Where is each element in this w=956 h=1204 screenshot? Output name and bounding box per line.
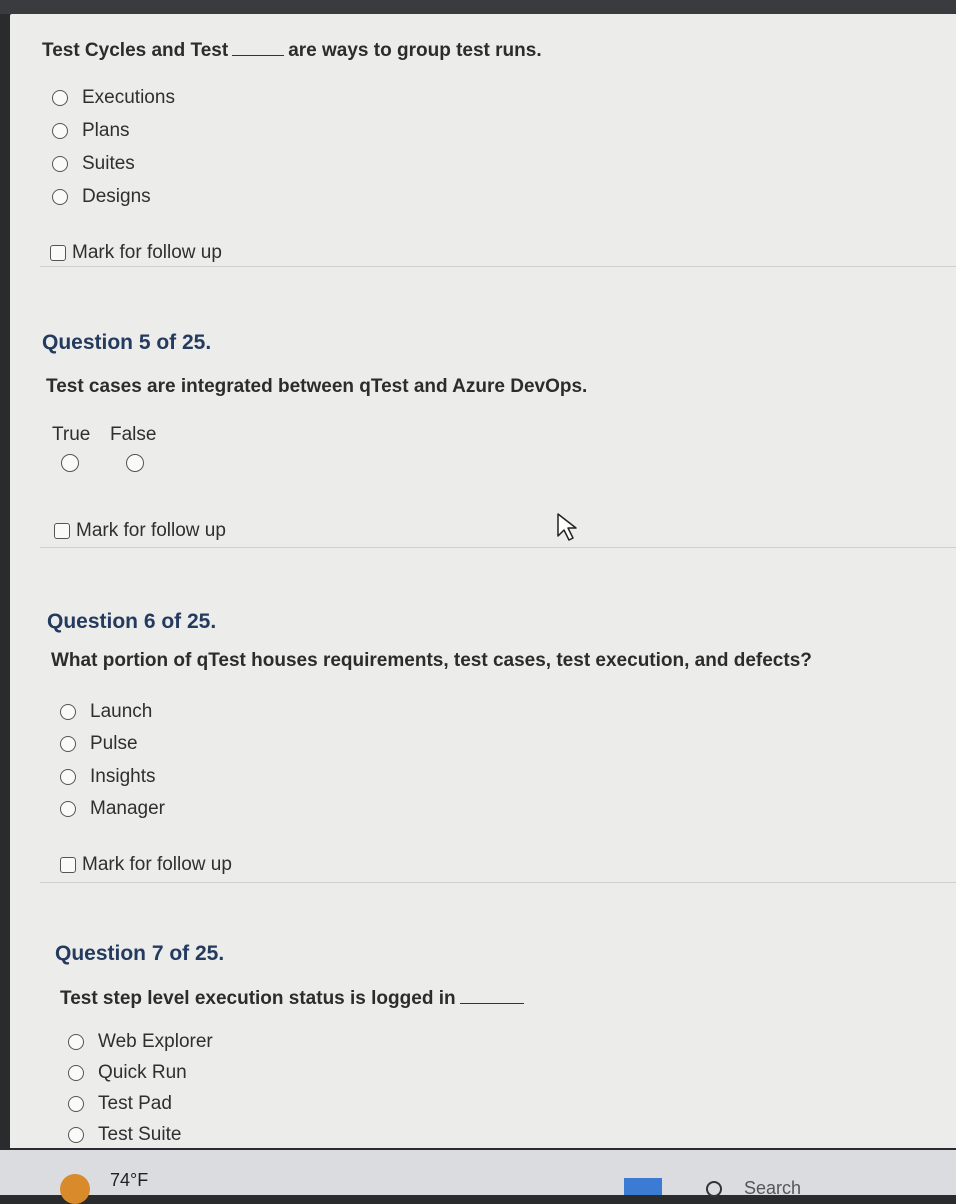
search-icon — [706, 1180, 722, 1197]
q6-option-insights[interactable]: Insights — [60, 765, 155, 789]
q6-mark-for-follow-up[interactable]: Mark for follow up — [60, 854, 232, 876]
q4-option-designs[interactable]: Designs — [52, 185, 151, 209]
question-6-text: What portion of qTest houses requirement… — [51, 650, 812, 671]
option-label: Pulse — [90, 733, 138, 754]
radio-button[interactable] — [60, 801, 76, 817]
radio-button[interactable] — [68, 1127, 84, 1143]
separator — [40, 266, 956, 267]
q7-option-web-explorer[interactable]: Web Explorer — [68, 1030, 213, 1054]
true-radio-button[interactable] — [61, 454, 79, 472]
temperature-readout[interactable]: 74°F — [110, 1170, 148, 1191]
q5-mark-for-follow-up[interactable]: Mark for follow up — [54, 520, 226, 542]
question-6-title: Question 6 of 25. — [47, 610, 217, 633]
option-label: Plans — [82, 120, 130, 141]
answer-blank — [459, 989, 524, 1004]
radio-button[interactable] — [68, 1034, 84, 1050]
option-label: Test Suite — [98, 1124, 182, 1145]
q6-option-launch[interactable]: Launch — [60, 700, 152, 724]
question-7-text-body: Test step level execution status is logg… — [60, 988, 456, 1009]
follow-up-label: Mark for follow up — [82, 854, 232, 875]
taskbar-search[interactable]: Search — [706, 1178, 801, 1199]
taskbar: 74°F Search — [0, 1150, 956, 1204]
q7-option-quick-run[interactable]: Quick Run — [68, 1061, 187, 1085]
radio-button[interactable] — [68, 1096, 84, 1112]
question-4-text-after: are ways to group test runs. — [288, 40, 542, 61]
mouse-cursor-icon — [557, 513, 577, 541]
follow-up-label: Mark for follow up — [76, 520, 226, 541]
q4-option-executions[interactable]: Executions — [52, 86, 175, 110]
false-radio-button[interactable] — [126, 454, 144, 472]
question-4-text-before: Test Cycles and Test — [42, 40, 229, 61]
question-7-title: Question 7 of 25. — [55, 942, 225, 965]
follow-up-checkbox[interactable] — [60, 857, 76, 873]
question-5-title: Question 5 of 25. — [42, 331, 212, 354]
radio-button[interactable] — [52, 189, 68, 205]
question-4-text: Test Cycles and Test are ways to group te… — [42, 40, 542, 62]
taskbar-app-icon[interactable] — [624, 1178, 662, 1195]
search-label: Search — [744, 1178, 802, 1198]
option-label: Quick Run — [98, 1062, 187, 1083]
option-label: Executions — [82, 87, 175, 108]
q6-option-manager[interactable]: Manager — [60, 797, 165, 821]
q7-option-test-pad[interactable]: Test Pad — [68, 1092, 172, 1116]
q7-option-test-suite[interactable]: Test Suite — [68, 1123, 181, 1147]
option-label: Suites — [82, 153, 135, 174]
quiz-page: Test Cycles and Test are ways to group te… — [10, 14, 956, 1148]
follow-up-label: Mark for follow up — [72, 242, 222, 263]
question-7-text: Test step level execution status is logg… — [60, 988, 528, 1010]
option-label: Web Explorer — [98, 1031, 213, 1052]
q4-option-suites[interactable]: Suites — [52, 152, 135, 176]
option-label: Manager — [90, 798, 165, 819]
q4-mark-for-follow-up[interactable]: Mark for follow up — [50, 242, 222, 264]
option-label: Launch — [90, 701, 153, 722]
radio-button[interactable] — [52, 123, 68, 139]
radio-button[interactable] — [52, 90, 68, 106]
q6-option-pulse[interactable]: Pulse — [60, 732, 138, 756]
follow-up-checkbox[interactable] — [54, 523, 70, 539]
radio-button[interactable] — [60, 769, 76, 785]
option-label: Test Pad — [98, 1093, 172, 1114]
true-label: True — [52, 424, 91, 445]
option-label: Designs — [82, 186, 151, 207]
radio-button[interactable] — [52, 156, 68, 172]
question-5-text: Test cases are integrated between qTest … — [46, 376, 588, 397]
q4-option-plans[interactable]: Plans — [52, 119, 130, 143]
separator — [40, 882, 956, 883]
radio-button[interactable] — [68, 1065, 84, 1081]
follow-up-checkbox[interactable] — [50, 245, 66, 261]
option-label: Insights — [90, 766, 156, 787]
false-label: False — [110, 424, 157, 445]
window-top-edge — [0, 0, 956, 14]
radio-button[interactable] — [60, 704, 76, 720]
radio-button[interactable] — [60, 736, 76, 752]
answer-blank — [232, 41, 285, 56]
weather-icon[interactable] — [60, 1174, 90, 1204]
separator — [40, 547, 956, 548]
